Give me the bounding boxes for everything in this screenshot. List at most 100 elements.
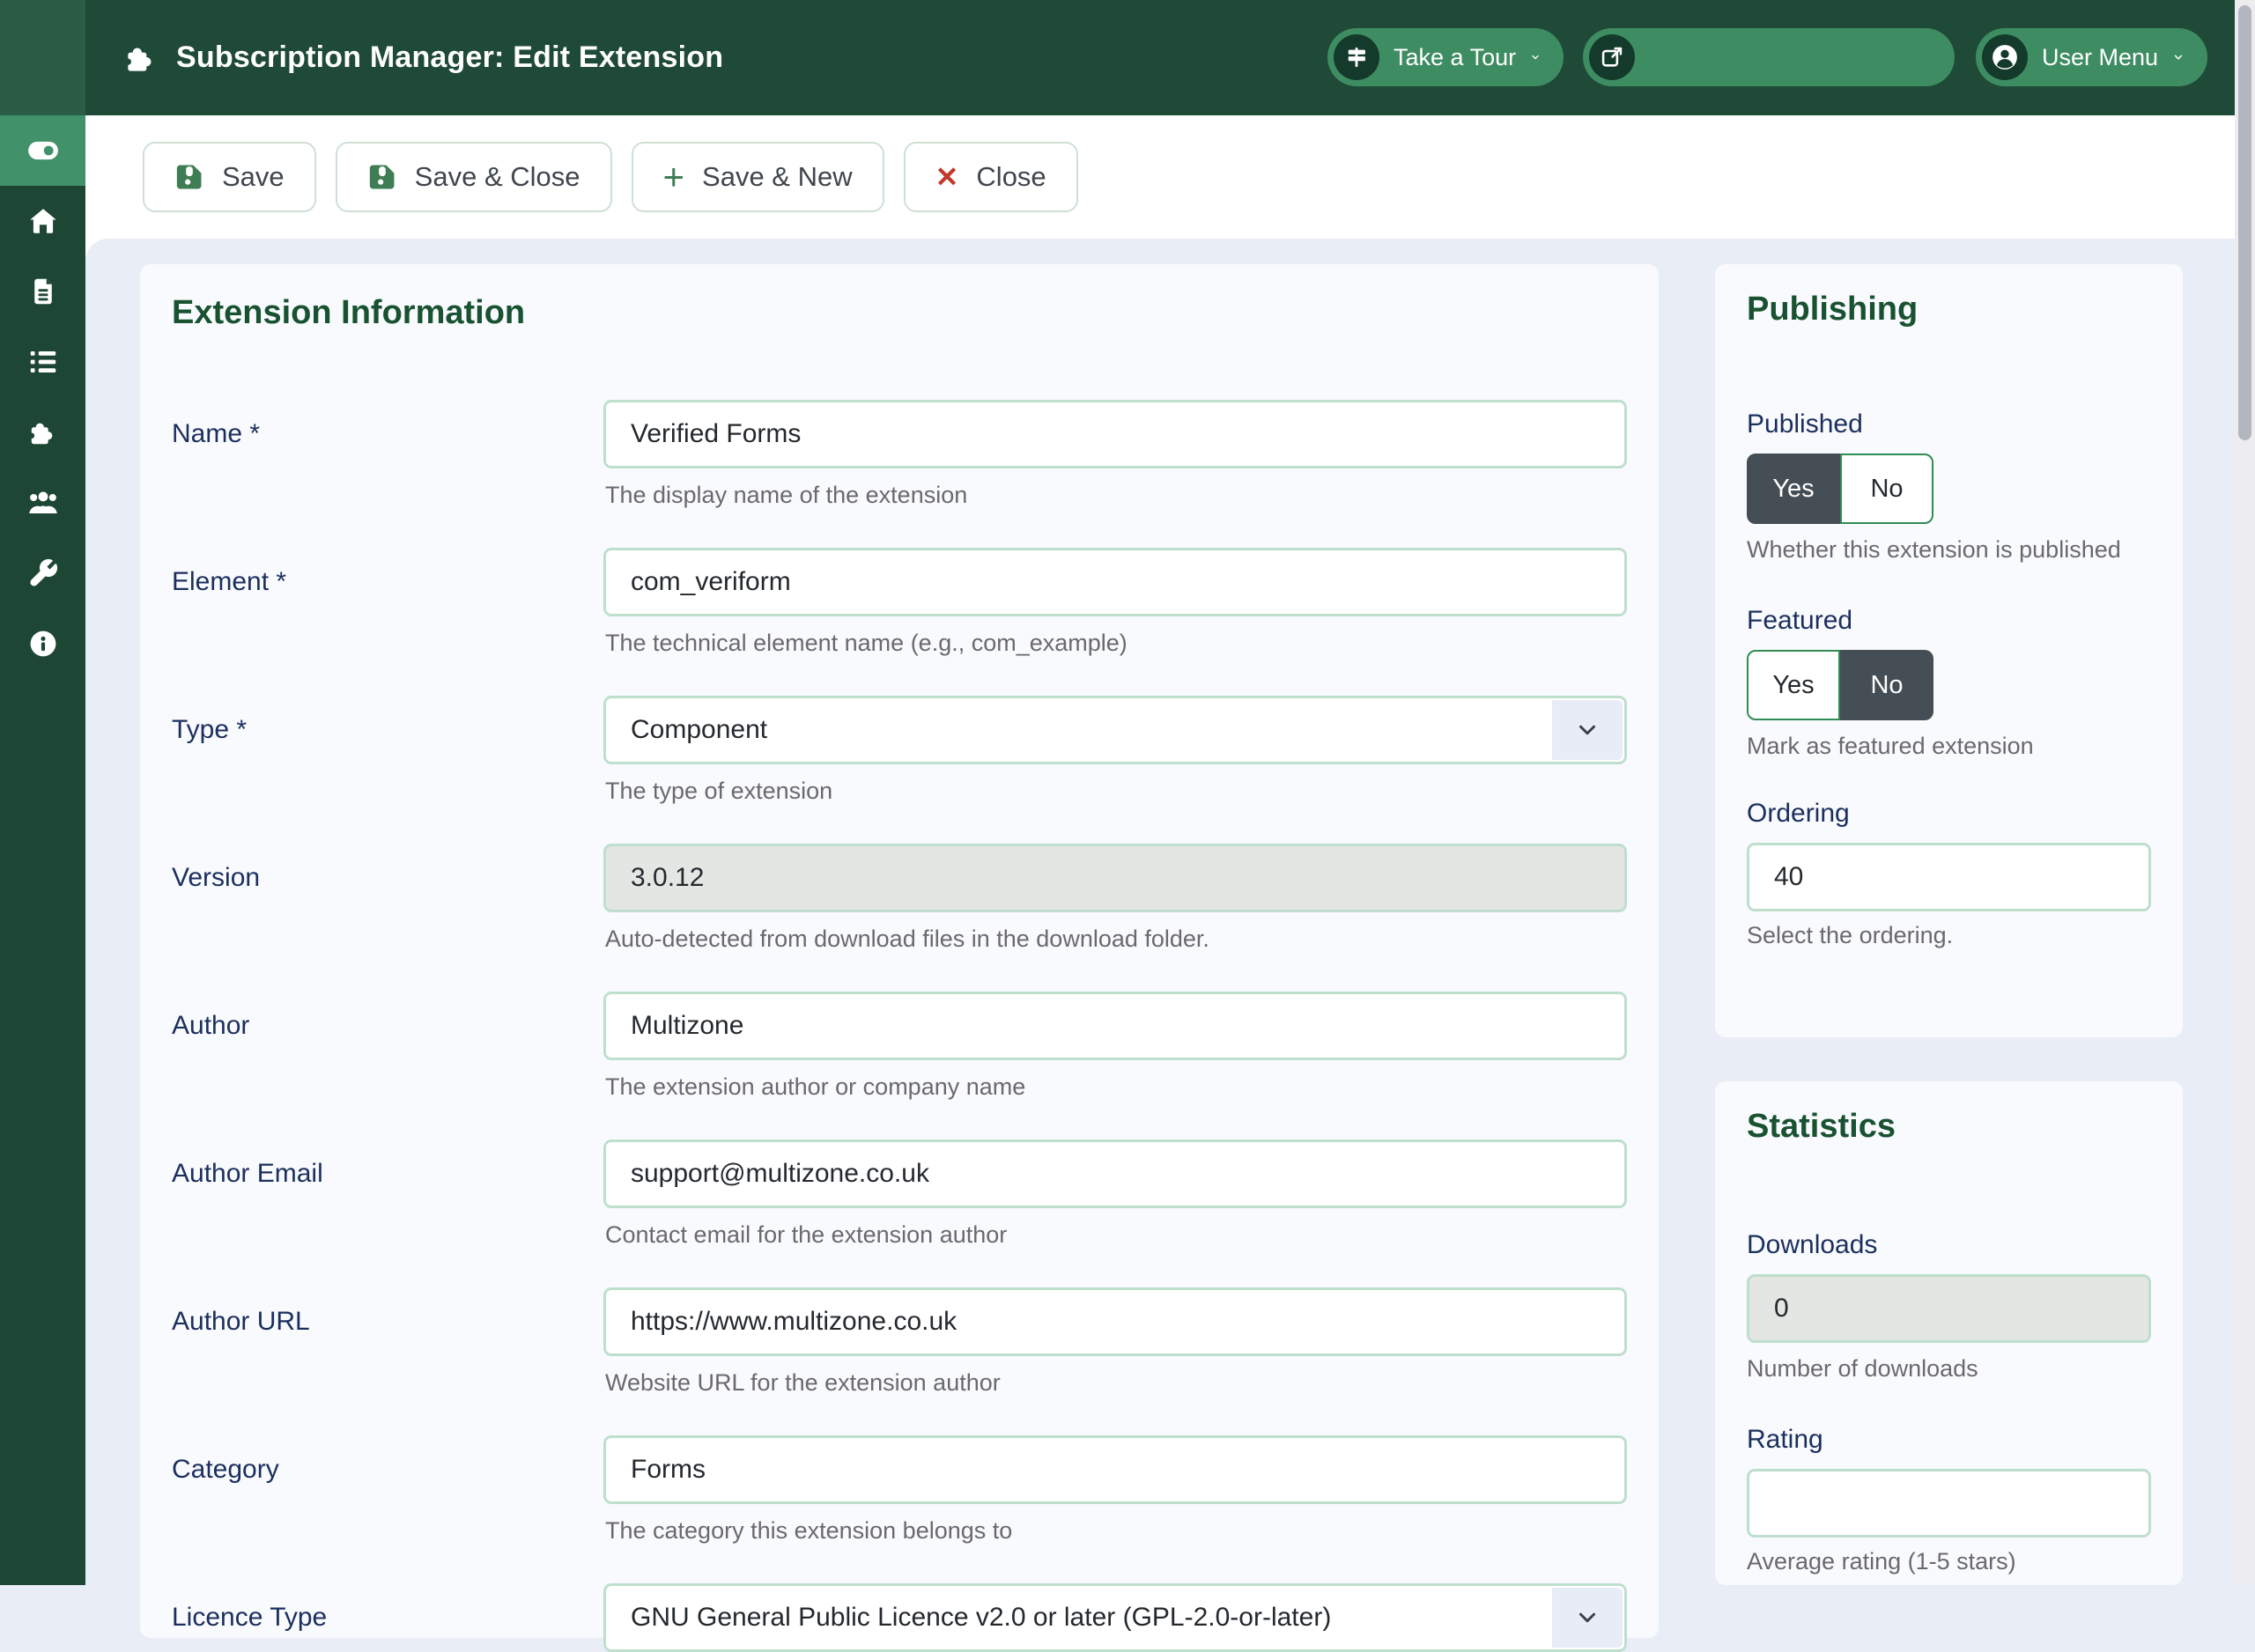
signpost-icon	[1334, 34, 1379, 80]
type-select[interactable]: Component	[603, 696, 1627, 764]
scrollbar-track[interactable]	[2235, 0, 2255, 1585]
external-link-button[interactable]	[1583, 28, 1955, 86]
author-email-value: support@multizone.co.uk	[631, 1159, 929, 1189]
extension-information-panel: Extension Information Name * Verified Fo…	[140, 264, 1659, 1638]
field-row-category: Category Forms The category this extensi…	[172, 1435, 1627, 1545]
field-row-version: Version 3.0.12 Auto-detected from downlo…	[172, 844, 1627, 953]
field-row-element: Element * com_veriform The technical ele…	[172, 548, 1627, 657]
take-a-tour-label: Take a Tour	[1394, 44, 1516, 71]
puzzle-icon	[123, 41, 159, 76]
category-input[interactable]: Forms	[603, 1435, 1627, 1504]
sidebar-item-tools[interactable]	[0, 538, 85, 608]
author-email-label: Author Email	[172, 1139, 603, 1249]
publishing-title: Publishing	[1747, 291, 2151, 328]
save-and-new-button[interactable]: + Save & New	[632, 142, 884, 212]
category-label: Category	[172, 1435, 603, 1545]
version-input: 3.0.12	[603, 844, 1627, 912]
external-link-icon	[1589, 34, 1635, 80]
toolbar: Save Save & Close + Save & New ✕ Close	[85, 115, 2255, 239]
save-label: Save	[222, 161, 285, 193]
list-icon	[27, 346, 59, 378]
name-input[interactable]: Verified Forms	[603, 400, 1627, 468]
author-email-input[interactable]: support@multizone.co.uk	[603, 1139, 1627, 1208]
downloads-help: Number of downloads	[1747, 1355, 2151, 1383]
field-row-author-url: Author URL https://www.multizone.co.uk W…	[172, 1287, 1627, 1397]
downloads-label: Downloads	[1747, 1230, 2151, 1260]
author-label: Author	[172, 992, 603, 1101]
element-label: Element *	[172, 548, 603, 657]
author-help: The extension author or company name	[605, 1073, 1627, 1101]
rating-label: Rating	[1747, 1425, 2151, 1455]
element-help: The technical element name (e.g., com_ex…	[605, 629, 1627, 657]
sidebar-item-documents[interactable]	[0, 256, 85, 327]
chevron-down-icon	[1530, 47, 1541, 68]
downloads-value: 0	[1774, 1294, 1789, 1324]
category-value: Forms	[631, 1455, 706, 1485]
published-no-button[interactable]: No	[1840, 454, 1933, 524]
version-help: Auto-detected from download files in the…	[605, 925, 1627, 953]
sidebar-item-toggle[interactable]	[0, 115, 85, 186]
sidebar-item-home[interactable]	[0, 186, 85, 256]
version-value: 3.0.12	[631, 863, 704, 893]
featured-no-button[interactable]: No	[1840, 650, 1933, 720]
publishing-panel: Publishing Published Yes No Whether this…	[1715, 264, 2183, 1037]
featured-help: Mark as featured extension	[1747, 733, 2151, 760]
type-help: The type of extension	[605, 777, 1627, 805]
category-help: The category this extension belongs to	[605, 1516, 1627, 1545]
name-help: The display name of the extension	[605, 481, 1627, 509]
puzzle-icon	[27, 417, 59, 448]
statistics-title: Statistics	[1747, 1108, 2151, 1146]
close-button[interactable]: ✕ Close	[904, 142, 1078, 212]
close-x-icon: ✕	[935, 162, 959, 192]
save-and-new-label: Save & New	[702, 161, 853, 193]
toggle-icon	[23, 135, 63, 166]
author-value: Multizone	[631, 1011, 743, 1041]
scrollbar-thumb[interactable]	[2238, 5, 2251, 440]
field-row-licence-type: Licence Type GNU General Public Licence …	[172, 1583, 1627, 1652]
element-input[interactable]: com_veriform	[603, 548, 1627, 616]
name-value: Verified Forms	[631, 419, 801, 449]
chevron-down-icon	[2172, 47, 2185, 68]
ordering-help: Select the ordering.	[1747, 922, 2151, 949]
field-row-type: Type * Component The type of extension	[172, 696, 1627, 805]
user-menu-button[interactable]: User Menu	[1976, 28, 2207, 86]
field-row-author: Author Multizone The extension author or…	[172, 992, 1627, 1101]
sidebar-item-info[interactable]	[0, 608, 85, 679]
extension-information-title: Extension Information	[172, 294, 1627, 332]
take-a-tour-button[interactable]: Take a Tour	[1327, 28, 1564, 86]
ordering-label: Ordering	[1747, 799, 2151, 829]
sidebar-item-list[interactable]	[0, 327, 85, 397]
author-email-help: Contact email for the extension author	[605, 1221, 1627, 1249]
logo-corner	[0, 0, 85, 115]
downloads-input: 0	[1747, 1274, 2151, 1343]
rating-help: Average rating (1-5 stars)	[1747, 1548, 2151, 1575]
save-icon	[174, 162, 204, 192]
published-yes-button[interactable]: Yes	[1747, 454, 1840, 524]
licence-type-select[interactable]: GNU General Public Licence v2.0 or later…	[603, 1583, 1627, 1652]
version-label: Version	[172, 844, 603, 953]
user-circle-icon	[1982, 34, 2028, 80]
user-menu-label: User Menu	[2042, 44, 2158, 71]
ordering-value: 40	[1774, 862, 1803, 892]
sidebar-item-users[interactable]	[0, 468, 85, 538]
close-label: Close	[976, 161, 1046, 193]
author-url-input[interactable]: https://www.multizone.co.uk	[603, 1287, 1627, 1356]
ordering-input[interactable]: 40	[1747, 843, 2151, 911]
page-title: Subscription Manager: Edit Extension	[176, 41, 723, 75]
featured-label: Featured	[1747, 606, 2151, 636]
rating-input[interactable]	[1747, 1469, 2151, 1538]
chevron-down-icon	[1552, 700, 1623, 760]
author-input[interactable]: Multizone	[603, 992, 1627, 1060]
users-icon	[23, 487, 63, 519]
featured-yes-button[interactable]: Yes	[1747, 650, 1840, 720]
licence-type-value: GNU General Public Licence v2.0 or later…	[631, 1603, 1331, 1633]
type-label: Type *	[172, 696, 603, 805]
plus-icon: +	[663, 162, 685, 192]
document-icon	[27, 276, 59, 307]
app-header: Subscription Manager: Edit Extension Tak…	[0, 0, 2255, 115]
element-value: com_veriform	[631, 567, 791, 597]
sidebar-item-extensions[interactable]	[0, 397, 85, 468]
save-button[interactable]: Save	[143, 142, 316, 212]
published-help: Whether this extension is published	[1747, 536, 2151, 564]
save-and-close-button[interactable]: Save & Close	[336, 142, 612, 212]
